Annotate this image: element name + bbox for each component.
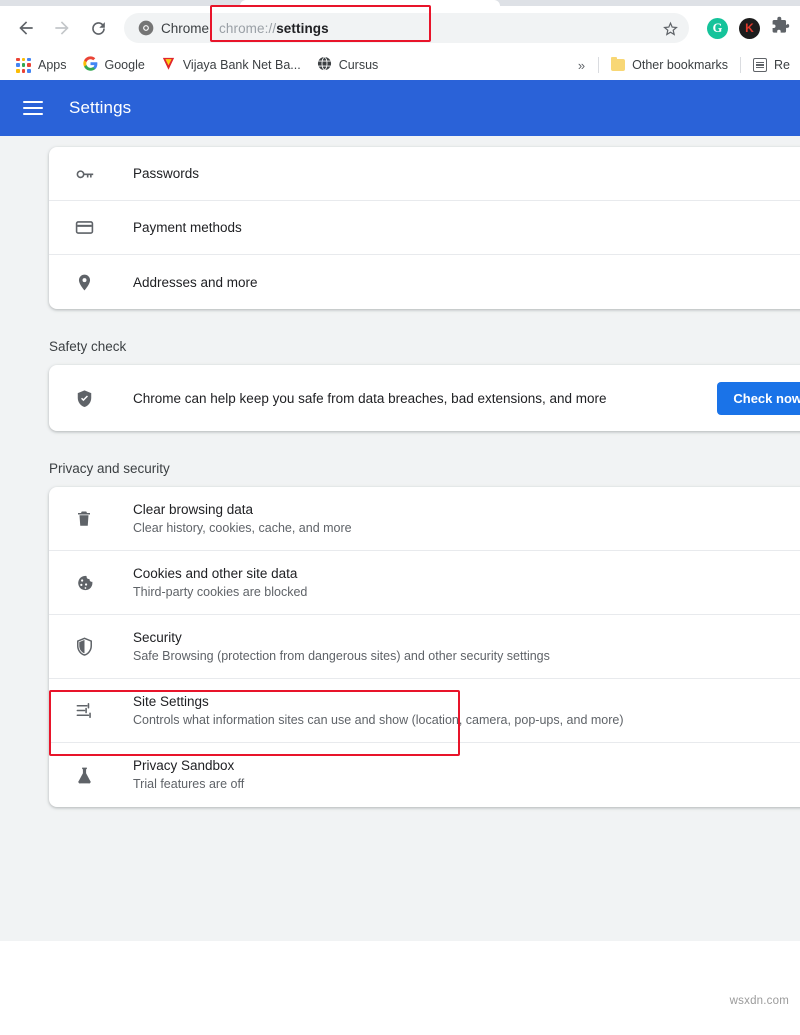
forward-arrow-icon[interactable] <box>46 12 78 44</box>
row-subtitle: Controls what information sites can use … <box>133 713 624 727</box>
extension-icons: G K <box>697 16 790 40</box>
settings-row-security[interactable]: Security Safe Browsing (protection from … <box>49 615 800 679</box>
browser-toolbar: Chrome chrome://settings G K <box>0 6 800 50</box>
watermark: wsxdn.com <box>730 995 789 1007</box>
extensions-puzzle-icon[interactable] <box>771 16 790 40</box>
row-title: Site Settings <box>133 694 209 709</box>
shield-check-icon <box>69 389 99 408</box>
privacy-security-card: Clear browsing data Clear history, cooki… <box>49 487 800 807</box>
bookmark-vijaya-bank[interactable]: Vijaya Bank Net Ba... <box>153 53 309 77</box>
row-title: Passwords <box>133 166 199 181</box>
settings-row-privacy-sandbox[interactable]: Privacy Sandbox Trial features are off <box>49 743 800 807</box>
folder-icon <box>611 59 625 71</box>
bookmark-label: Google <box>105 58 145 72</box>
row-text: Clear browsing data Clear history, cooki… <box>99 500 799 538</box>
row-text: Cookies and other site data Third-party … <box>99 564 799 602</box>
row-title: Addresses and more <box>133 275 258 290</box>
settings-row-site-settings[interactable]: Site Settings Controls what information … <box>49 679 800 743</box>
row-subtitle: Safe Browsing (protection from dangerous… <box>133 649 550 663</box>
settings-row-addresses[interactable]: Addresses and more <box>49 255 800 309</box>
bookmark-label: Vijaya Bank Net Ba... <box>183 58 301 72</box>
back-arrow-icon[interactable] <box>10 12 42 44</box>
reading-list-button[interactable]: Re <box>745 53 798 77</box>
external-link-icon <box>795 765 800 785</box>
hamburger-menu-icon[interactable] <box>23 101 43 115</box>
kaspersky-extension-icon[interactable]: K <box>739 18 760 39</box>
safety-check-text: Chrome can help keep you safe from data … <box>99 391 717 406</box>
bookmarks-bar-right: » Other bookmarks Re <box>569 50 800 80</box>
bookmark-star-icon[interactable] <box>657 20 683 37</box>
check-now-button[interactable]: Check now <box>717 382 800 415</box>
row-text: Security Safe Browsing (protection from … <box>99 628 799 666</box>
settings-row-payment-methods[interactable]: Payment methods <box>49 201 800 255</box>
vijaya-bank-icon <box>161 56 176 74</box>
grammarly-extension-icon[interactable]: G <box>707 18 728 39</box>
other-bookmarks-label: Other bookmarks <box>632 58 728 72</box>
autofill-card: Passwords Payment methods <box>49 147 800 309</box>
settings-header: Settings <box>0 80 800 136</box>
url-path: settings <box>276 21 329 36</box>
cookie-icon <box>69 573 99 592</box>
other-bookmarks-folder[interactable]: Other bookmarks <box>603 53 736 77</box>
google-g-icon <box>83 56 98 74</box>
row-title: Security <box>133 630 182 645</box>
row-title: Privacy Sandbox <box>133 758 234 773</box>
settings-row-passwords[interactable]: Passwords <box>49 147 800 201</box>
sliders-icon <box>69 701 99 720</box>
row-subtitle: Clear history, cookies, cache, and more <box>133 521 352 535</box>
bookmark-apps[interactable]: Apps <box>8 53 75 77</box>
bookmarks-bar: Apps Google Vijaya Bank Net Ba... <box>0 50 800 80</box>
url-prefix: chrome:// <box>219 21 276 36</box>
divider <box>598 57 599 73</box>
section-title-safety-check: Safety check <box>49 339 800 354</box>
bookmark-google[interactable]: Google <box>75 53 153 77</box>
key-icon <box>69 164 99 183</box>
active-tab[interactable] <box>240 0 500 6</box>
browser-window: Chrome chrome://settings G K <box>0 0 800 1016</box>
row-text: Addresses and more <box>99 273 799 292</box>
bookmark-label: Cursus <box>339 58 379 72</box>
chrome-site-badge: Chrome <box>138 20 219 36</box>
row-subtitle: Third-party cookies are blocked <box>133 585 307 599</box>
reading-list-icon <box>753 58 767 72</box>
page-title: Settings <box>69 98 131 118</box>
safety-check-row: Chrome can help keep you safe from data … <box>49 365 800 431</box>
row-text: Privacy Sandbox Trial features are off <box>99 756 795 794</box>
url-text[interactable]: chrome://settings <box>219 21 657 36</box>
row-title: Payment methods <box>133 220 242 235</box>
row-title: Clear browsing data <box>133 502 253 517</box>
row-text: Payment methods <box>99 218 799 237</box>
location-pin-icon <box>69 273 99 292</box>
credit-card-icon <box>69 218 99 237</box>
omnibox-wrapper: Chrome chrome://settings <box>124 13 689 43</box>
bookmark-cursus[interactable]: Cursus <box>309 53 387 77</box>
settings-row-clear-browsing-data[interactable]: Clear browsing data Clear history, cooki… <box>49 487 800 551</box>
flask-icon <box>69 766 99 785</box>
omnibox[interactable]: Chrome chrome://settings <box>124 13 689 43</box>
row-subtitle: Trial features are off <box>133 777 244 791</box>
settings-row-cookies[interactable]: Cookies and other site data Third-party … <box>49 551 800 615</box>
shield-icon <box>69 637 99 656</box>
section-title-privacy-security: Privacy and security <box>49 461 800 476</box>
safety-check-card: Chrome can help keep you safe from data … <box>49 365 800 431</box>
reading-list-label: Re <box>774 58 790 72</box>
tab-strip <box>0 0 800 6</box>
chrome-logo-icon <box>138 20 154 36</box>
chrome-badge-label: Chrome <box>161 21 209 36</box>
row-text: Passwords <box>99 164 799 183</box>
row-text: Site Settings Controls what information … <box>99 692 799 730</box>
bookmarks-overflow-icon[interactable]: » <box>569 58 594 73</box>
trash-icon <box>69 510 99 528</box>
globe-icon <box>317 56 332 74</box>
settings-content: Passwords Payment methods <box>0 136 800 941</box>
row-title: Cookies and other site data <box>133 566 297 581</box>
reload-icon[interactable] <box>82 12 114 44</box>
bookmark-label: Apps <box>38 58 67 72</box>
divider <box>740 57 741 73</box>
apps-grid-icon <box>16 58 31 73</box>
page-footer: wsxdn.com <box>0 941 800 1016</box>
